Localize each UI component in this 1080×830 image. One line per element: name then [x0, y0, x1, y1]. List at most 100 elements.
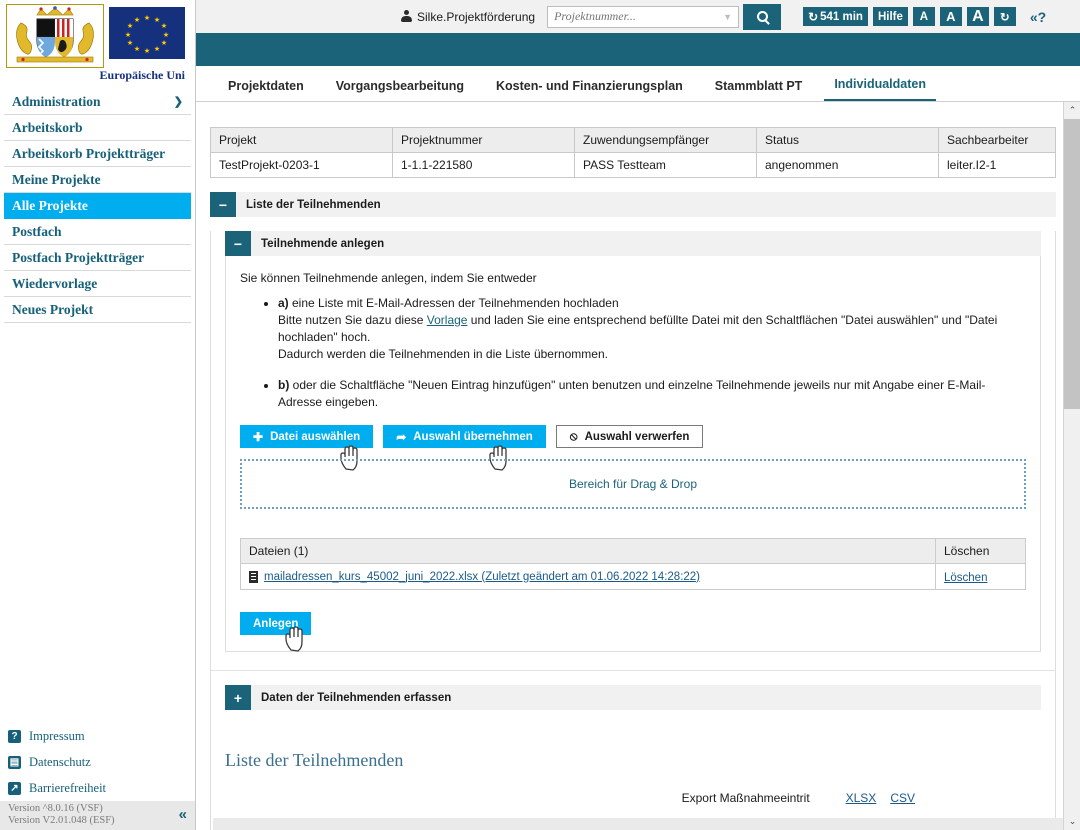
column-header-dateien: Dateien (1)	[240, 538, 936, 564]
tab-vorgangsbearbeitung[interactable]: Vorgangsbearbeitung	[326, 79, 474, 101]
option-b-marker: b)	[278, 378, 290, 392]
help-button[interactable]: Hilfe	[872, 7, 908, 26]
search-input[interactable]	[547, 5, 740, 28]
sidebar-item-postfach-projekttraeger[interactable]: Postfach Projektträger	[4, 245, 191, 271]
svg-text:★: ★	[134, 16, 140, 24]
panel-liste-der-teilnehmenden: − Liste der Teilnehmenden − Teilnehmende…	[210, 192, 1056, 830]
tab-individualdaten[interactable]: Individualdaten	[824, 77, 936, 101]
sidebar-item-wiedervorlage[interactable]: Wiedervorlage	[4, 271, 191, 297]
intro-text: Sie können Teilnehmende anlegen, indem S…	[240, 271, 537, 285]
font-size-medium-button[interactable]: A	[939, 7, 962, 26]
vertical-scrollbar[interactable]: ⌃ ⌄	[1063, 102, 1080, 830]
document-icon	[249, 570, 258, 583]
context-help-icon[interactable]: «?	[1030, 9, 1046, 25]
horizontal-scrollbar[interactable]	[213, 818, 1063, 830]
sidebar-item-label: Meine Projekte	[12, 171, 101, 187]
cell-projekt: TestProjekt-0203-1	[210, 152, 393, 178]
reload-button[interactable]: ↻	[993, 7, 1016, 26]
european-union-flag: ★ ★ ★ ★ ★ ★ ★ ★ ★ ★ ★ ★	[109, 7, 185, 59]
sidebar-item-arbeitskorb[interactable]: Arbeitskorb	[4, 115, 191, 141]
panel-body: − Teilnehmende anlegen Sie können Teilne…	[210, 231, 1056, 830]
font-size-large-button[interactable]: A	[966, 7, 989, 26]
collapse-sidebar-icon[interactable]: «	[179, 806, 187, 823]
footer-link-barrierefreiheit[interactable]: ↗ Barrierefreiheit	[0, 775, 195, 801]
version-vsf: Version ^8.0.16 (VSF)	[8, 803, 103, 814]
scroll-down-button[interactable]: ⌄	[1064, 813, 1080, 830]
font-size-small-button[interactable]: A	[912, 7, 935, 26]
delete-file-link[interactable]: Löschen	[944, 572, 987, 584]
search-button[interactable]	[743, 3, 782, 30]
export-csv-link[interactable]: CSV	[890, 791, 915, 805]
file-link[interactable]: mailadressen_kurs_45002_juni_2022.xlsx (…	[264, 571, 700, 583]
font-size-medium-label: A	[946, 9, 956, 24]
footer-link-datenschutz[interactable]: ▤ Datenschutz	[0, 749, 195, 775]
sidebar-item-neues-projekt[interactable]: Neues Projekt	[4, 297, 191, 323]
sidebar-item-meine-projekte[interactable]: Meine Projekte	[4, 167, 191, 193]
tab-kosten-und-finanzierungsplan[interactable]: Kosten- und Finanzierungsplan	[486, 79, 693, 101]
version-bar: Version ^8.0.16 (VSF) Version V2.01.048 …	[0, 801, 195, 830]
vertical-scrollbar-thumb[interactable]	[1064, 119, 1080, 409]
svg-text:★: ★	[127, 39, 133, 47]
collapse-toggle-icon[interactable]: −	[210, 192, 236, 217]
files-header-row: Dateien (1) Löschen	[240, 538, 1026, 564]
eu-caption: Europäische Uni	[99, 68, 185, 82]
question-mark-icon: ?	[8, 729, 21, 743]
user-account[interactable]: Silke.Projektförderung	[401, 10, 535, 24]
auswahl-verwerfen-button[interactable]: ⦸ Auswahl verwerfen	[555, 425, 704, 448]
file-action-buttons: ✚ Datei auswählen ➦ Auswahl übernehmen ⦸…	[240, 425, 1026, 471]
session-timer-button[interactable]: ↻ 541 min	[803, 7, 868, 26]
tab-projektdaten[interactable]: Projektdaten	[218, 79, 314, 101]
collapse-toggle-icon[interactable]: −	[225, 231, 251, 256]
export-label: Export Maßnahmeeintrit	[681, 791, 810, 805]
application-window: ★ ★ ★ ★ ★ ★ ★ ★ ★ ★ ★ ★ Europäische Uni …	[0, 0, 1080, 830]
top-bar: Silke.Projektförderung ▼ ↻ 541 min Hilfe…	[196, 0, 1080, 33]
version-esf: Version V2.01.048 (ESF)	[8, 814, 115, 826]
option-a-line2-pre: Bitte nutzen Sie dazu diese	[278, 313, 427, 327]
export-row-massnahmeeintritt: Export Maßnahmeeintrit XLSX CSV	[211, 791, 1055, 805]
button-label: Anlegen	[253, 617, 299, 630]
sidebar-item-alle-projekte[interactable]: Alle Projekte	[4, 193, 191, 219]
button-label: Datei auswählen	[270, 430, 361, 443]
files-table: Dateien (1) Löschen mailadressen_kurs_45…	[240, 538, 1026, 590]
option-a: a) eine Liste mit E-Mail-Adressen der Te…	[278, 295, 1026, 363]
privacy-icon: ▤	[8, 755, 21, 769]
panel-header[interactable]: − Liste der Teilnehmenden	[210, 192, 1056, 217]
sidebar-item-label: Alle Projekte	[12, 197, 88, 213]
arrow-redo-icon: ➦	[396, 429, 407, 444]
button-label: Auswahl verwerfen	[584, 430, 690, 443]
project-info-table: Projekt Projektnummer Zuwendungsempfänge…	[210, 127, 1056, 178]
datei-auswaehlen-button[interactable]: ✚ Datei auswählen	[240, 425, 374, 448]
inner-panel-header[interactable]: − Teilnehmende anlegen	[225, 231, 1041, 256]
sidebar-item-administration[interactable]: Administration ❯	[4, 89, 191, 115]
vorlage-link[interactable]: Vorlage	[427, 313, 468, 327]
option-a-text: eine Liste mit E-Mail-Adressen der Teiln…	[288, 296, 619, 310]
svg-text:★: ★	[127, 22, 133, 30]
tab-stammblatt-pt[interactable]: Stammblatt PT	[705, 79, 813, 101]
anlegen-button[interactable]: Anlegen	[240, 612, 312, 635]
export-xlsx-link[interactable]: XLSX	[846, 791, 877, 805]
submit-area: Anlegen	[240, 612, 1026, 652]
horizontal-scrollbar-thumb[interactable]	[213, 818, 853, 830]
svg-text:★: ★	[163, 31, 169, 39]
sidebar-item-label: Wiedervorlage	[12, 275, 98, 291]
svg-text:★: ★	[161, 22, 167, 30]
sidebar-item-postfach[interactable]: Postfach	[4, 219, 191, 245]
inner-panel-title: Teilnehmende anlegen	[261, 237, 385, 250]
user-icon	[401, 10, 412, 23]
collapsed-panel-header[interactable]: + Daten der Teilnehmenden erfassen	[225, 685, 1041, 710]
expand-toggle-icon[interactable]: +	[225, 685, 251, 710]
svg-text:★: ★	[125, 31, 131, 39]
accessibility-icon: ↗	[8, 781, 21, 795]
sidebar-item-label: Neues Projekt	[12, 301, 94, 317]
drag-and-drop-zone[interactable]: Bereich für Drag & Drop	[240, 459, 1026, 509]
session-timer-label: 541 min	[820, 10, 863, 23]
sidebar-item-arbeitskorb-projekttraeger[interactable]: Arbeitskorb Projektträger	[4, 141, 191, 167]
list-section-heading: Liste der Teilnehmenden	[225, 750, 404, 770]
scroll-up-button[interactable]: ⌃	[1064, 102, 1080, 119]
help-label: Hilfe	[877, 10, 903, 23]
auswahl-uebernehmen-button[interactable]: ➦ Auswahl übernehmen	[383, 425, 546, 448]
footer-link-impressum[interactable]: ? Impressum	[0, 723, 195, 749]
font-size-small-label: A	[919, 10, 929, 23]
panel-title: Liste der Teilnehmenden	[246, 198, 381, 211]
refresh-icon: ↻	[808, 9, 819, 24]
